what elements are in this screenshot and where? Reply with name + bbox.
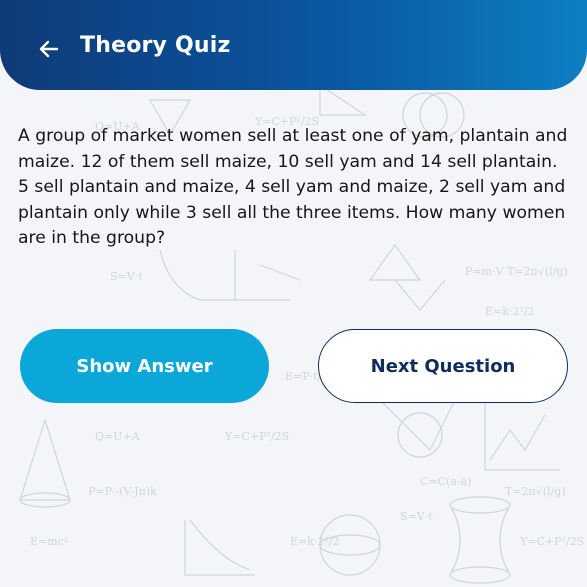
next-question-button[interactable]: Next Question	[318, 329, 568, 403]
arrow-left-icon	[39, 40, 59, 58]
svg-text:E=k·2²/2: E=k·2²/2	[485, 305, 535, 318]
svg-text:S=V·t: S=V·t	[400, 510, 433, 523]
question-text: A group of market women sell at least on…	[18, 126, 568, 249]
header-bar: Theory Quiz	[0, 0, 587, 90]
svg-text:Y=C+P²/2S: Y=C+P²/2S	[519, 535, 584, 548]
svg-text:Y=C+P²/2S: Y=C+P²/2S	[224, 430, 289, 443]
svg-text:S=V·t: S=V·t	[110, 270, 143, 283]
svg-text:P=P·-(V-Jπ)k: P=P·-(V-Jπ)k	[88, 485, 157, 498]
back-button[interactable]	[34, 34, 64, 64]
svg-text:E=mc²: E=mc²	[30, 535, 68, 548]
svg-text:C=C(a-a): C=C(a-a)	[420, 475, 471, 488]
svg-text:Q=U+A: Q=U+A	[95, 430, 141, 443]
page-title: Theory Quiz	[80, 33, 231, 58]
svg-text:T=2π√(l/g): T=2π√(l/g)	[505, 485, 566, 498]
show-answer-button[interactable]: Show Answer	[20, 329, 269, 403]
svg-text:P=m·V T=2π√(l/g): P=m·V T=2π√(l/g)	[465, 265, 568, 278]
svg-text:E=k·2²/2: E=k·2²/2	[290, 535, 340, 548]
